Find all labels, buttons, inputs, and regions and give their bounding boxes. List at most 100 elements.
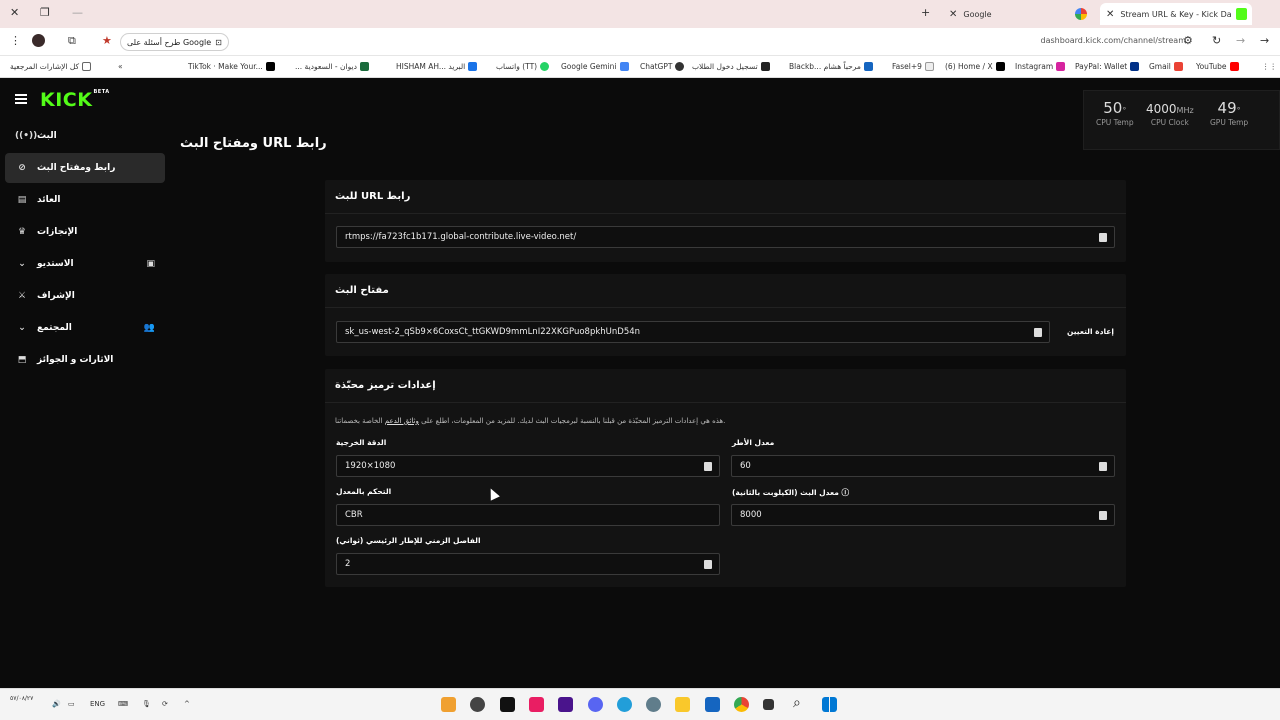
bookmarks-grid-icon[interactable]: ⋮⋮ [1262,62,1277,71]
app-icon-terminal[interactable] [763,699,774,710]
sensor-unit: MHz [1176,106,1194,115]
app-icon-discord[interactable] [588,697,603,712]
address-bar[interactable]: dashboard.kick.com/channel/stream [1041,36,1186,45]
chrome-icon[interactable] [734,697,749,712]
keyframe-field[interactable]: 2 [336,553,720,575]
folder-icon[interactable] [675,697,690,712]
new-tab-icon[interactable]: + [921,6,930,19]
sync-icon[interactable]: ⟳ [162,700,168,708]
close-tab-icon[interactable]: ✕ [949,9,957,20]
forward-icon[interactable]: → [1236,34,1245,47]
app-icon-weather[interactable] [441,697,456,712]
bookmark-diwan[interactable]: ... ديوان - السعودية [295,62,369,71]
bookmark-gemini[interactable]: Google Gemini [561,62,629,71]
rate-control-field[interactable]: CBR [336,504,720,526]
kick-logo[interactable]: KICKBETA [40,89,110,111]
windows-start-icon[interactable] [822,697,837,712]
bitrate-label: معدل البث (الكيلوبت بالثانية) ⓘ [732,487,849,498]
bookmark-x[interactable]: (6) Home / X [945,62,1005,71]
info-icon[interactable]: ⓘ [842,488,850,497]
show-hidden-icons[interactable]: ^ [184,700,190,708]
bitrate-field[interactable]: 8000 [731,504,1115,526]
sensor-value: 49 [1217,99,1237,117]
stream-url-value: rtmps://fa723fc1b171.global-contribute.l… [345,232,577,242]
profile-avatar[interactable] [32,34,45,47]
sidebar-item-rewards[interactable]: ⬒ الاثارات و الجوائز [5,345,165,375]
copy-icon[interactable] [1099,511,1107,520]
sidebar-item-community[interactable]: ⌄ المجتمع 👥 [5,313,165,343]
hamburger-menu-icon[interactable] [15,94,27,104]
window-close-icon[interactable]: ✕ [10,6,19,19]
sidebar-item-stream-url-key[interactable]: ⊘ رابط ومفتاح البث [5,153,165,183]
collapse-icon[interactable]: « [118,62,123,71]
beta-badge: BETA [93,89,110,95]
reload-icon[interactable]: ↻ [1212,34,1221,47]
support-docs-link[interactable]: وثائق الدعم [385,417,419,425]
rate-control-value: CBR [345,510,363,520]
site-settings-icon[interactable]: ⚙ [1183,34,1193,47]
language-indicator[interactable]: ENG [90,700,105,708]
app-icon-kick-studio[interactable] [558,697,573,712]
bookmark-youtube[interactable]: YouTube [1196,62,1239,71]
cpu-clock-sensor: 4000MHz CPU Clock [1146,99,1194,127]
resolution-field[interactable]: 1920×1080 [336,455,720,477]
app-icon-obs[interactable] [470,697,485,712]
bookmark-students[interactable]: تسجيل دخول الطلاب [692,62,770,71]
framerate-field[interactable]: 60 [731,455,1115,477]
stream-key-field[interactable]: sk_us-west-2_qSb9×6CoxsCt_ttGKWD9mmLnI22… [336,321,1050,343]
lens-icon: ⊡ [215,37,222,47]
app-icon-calculator[interactable] [705,697,720,712]
bookmark-all[interactable]: كل الإشارات المرجعية [10,62,92,71]
rate-control-label: التحكم بالمعدل [336,487,392,496]
sidebar-item-moderation[interactable]: ⚔ الإشراف [5,281,165,311]
sidebar: KICKBETA ((•)) البث ⊘ رابط ومفتاح البث ▤… [0,78,172,688]
sidebar-item-achievements[interactable]: ♛ الإنجازات [5,217,165,247]
bookmark-chatgpt[interactable]: ChatGPT [640,62,685,71]
menu-dots-icon[interactable]: ⋮ [10,34,21,47]
bookmark-gmail[interactable]: Gmail [1149,62,1183,71]
bookmark-label: Google Gemini [561,62,617,71]
bookmark-fasel[interactable]: Fasel+9 [892,62,934,71]
copy-icon[interactable] [1034,328,1042,337]
bookmark-tiktok[interactable]: TikTok · Make Your... [188,62,275,71]
volume-icon[interactable]: 🔊 [52,700,61,708]
back-icon[interactable]: → [1260,34,1269,47]
trophy-icon: ♛ [17,227,27,237]
keyboard-icon[interactable]: ⌨ [118,700,128,708]
microphone-icon[interactable]: 🎙 [142,700,151,708]
close-tab-icon[interactable]: ✕ [1106,9,1114,20]
bookmark-paypal[interactable]: PayPal: Wallet [1075,62,1140,71]
window-minimize-icon[interactable]: — [72,6,83,19]
app-icon-telegram[interactable] [617,697,632,712]
settings-gear-icon[interactable] [646,697,661,712]
bookmark-instagram[interactable]: Instagram [1015,62,1066,71]
stream-url-field[interactable]: rtmps://fa723fc1b171.global-contribute.l… [336,226,1115,248]
copy-icon[interactable] [704,462,712,471]
ask-google-chip[interactable]: طرح أسئلة على Google ⊡ [120,33,229,51]
app-icon-capcut[interactable] [500,697,515,712]
sidebar-item-studio[interactable]: ⌄ الاستديو ▣ [5,249,165,279]
link-icon: ⊘ [18,163,26,173]
network-icon[interactable]: ▭ [68,700,75,708]
sidebar-item-stream[interactable]: ((•)) البث [5,121,165,151]
copy-icon[interactable] [704,560,712,569]
extensions-icon[interactable]: ⧉ [68,34,76,48]
copy-icon[interactable] [1099,233,1107,242]
clock[interactable]: ٥٧/٠٨/٢٧ [10,695,33,703]
bookmark-mail[interactable]: HISHAM AH... البريد [396,62,478,71]
copy-icon[interactable] [1099,462,1107,471]
framerate-label: معدل الأطر [732,438,775,447]
search-icon[interactable]: ⌕ [793,695,808,711]
gpu-temp-sensor: 49° GPU Temp [1210,99,1248,127]
tab-google[interactable]: ✕ Google [943,3,1098,25]
tab-kick-dashboard[interactable]: ✕ Stream URL & Key - Kick Dashb [1100,3,1252,25]
app-icon-tiktok[interactable] [529,697,544,712]
bookmark-label: Fasel+9 [892,62,922,71]
bookmark-star-icon[interactable]: ★ [102,34,112,47]
sidebar-item-revenue[interactable]: ▤ العائد [5,185,165,215]
bookmark-label: Gmail [1149,62,1171,71]
bookmark-whatsapp[interactable]: واتساب (TT) [496,62,550,71]
reset-key-button[interactable]: إعادة التعيين [1067,327,1114,336]
bookmark-blackboard[interactable]: Blackb... مرحباً هشام [789,62,873,71]
window-restore-icon[interactable]: ❐ [40,6,50,19]
